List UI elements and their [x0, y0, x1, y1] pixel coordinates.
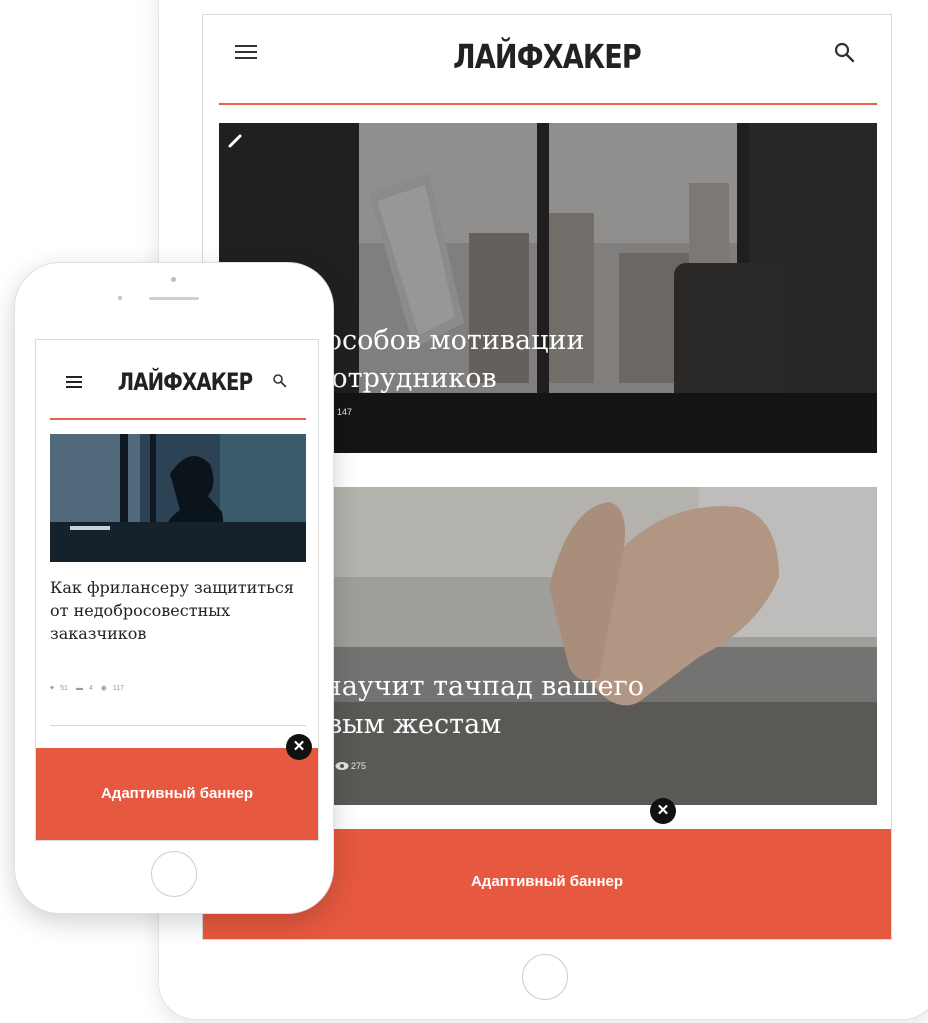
sensor-dot [118, 296, 122, 300]
article-stats: ♥ 51 ▬ 4 ◉ 117 [50, 684, 130, 692]
eye-icon: ◉ [100, 685, 107, 692]
heart-icon: ♥ [50, 685, 55, 692]
tablet-home-button[interactable] [522, 954, 568, 1000]
adaptive-banner[interactable]: Адаптивный баннер [36, 748, 318, 840]
search-icon[interactable] [272, 373, 288, 389]
article-title[interactable]: Как фрилансеру защититься от недобросове… [50, 576, 306, 645]
comment-icon: ▬ [75, 685, 83, 692]
camera-dot [171, 277, 176, 282]
phone-screen: ЛАЙФХАКЕР Как фрилансеру защититься от н… [35, 339, 319, 841]
site-logo[interactable]: ЛАЙФХАКЕР [265, 37, 829, 76]
header-divider [219, 103, 877, 105]
phone-home-button[interactable] [151, 851, 197, 897]
views-count: 117 [112, 685, 125, 692]
pencil-icon [228, 134, 242, 148]
header-divider [50, 418, 306, 420]
close-icon[interactable]: ✕ [286, 734, 312, 760]
phone-device: ЛАЙФХАКЕР Как фрилансеру защититься от н… [14, 262, 334, 914]
views-count: 147 [337, 407, 353, 417]
search-icon[interactable] [833, 41, 857, 65]
site-logo[interactable]: ЛАЙФХАКЕР [79, 368, 291, 396]
views-count: 275 [351, 761, 367, 771]
list-divider [50, 725, 306, 726]
comments-count: 4 [88, 685, 93, 692]
eye-icon [335, 762, 349, 770]
likes-count: 51 [60, 685, 68, 692]
tablet-header: ЛАЙФХАКЕР [203, 15, 891, 107]
speaker-slot [149, 297, 199, 300]
menu-icon[interactable] [235, 45, 257, 63]
article-image[interactable] [50, 434, 306, 562]
close-icon[interactable]: ✕ [650, 798, 676, 824]
